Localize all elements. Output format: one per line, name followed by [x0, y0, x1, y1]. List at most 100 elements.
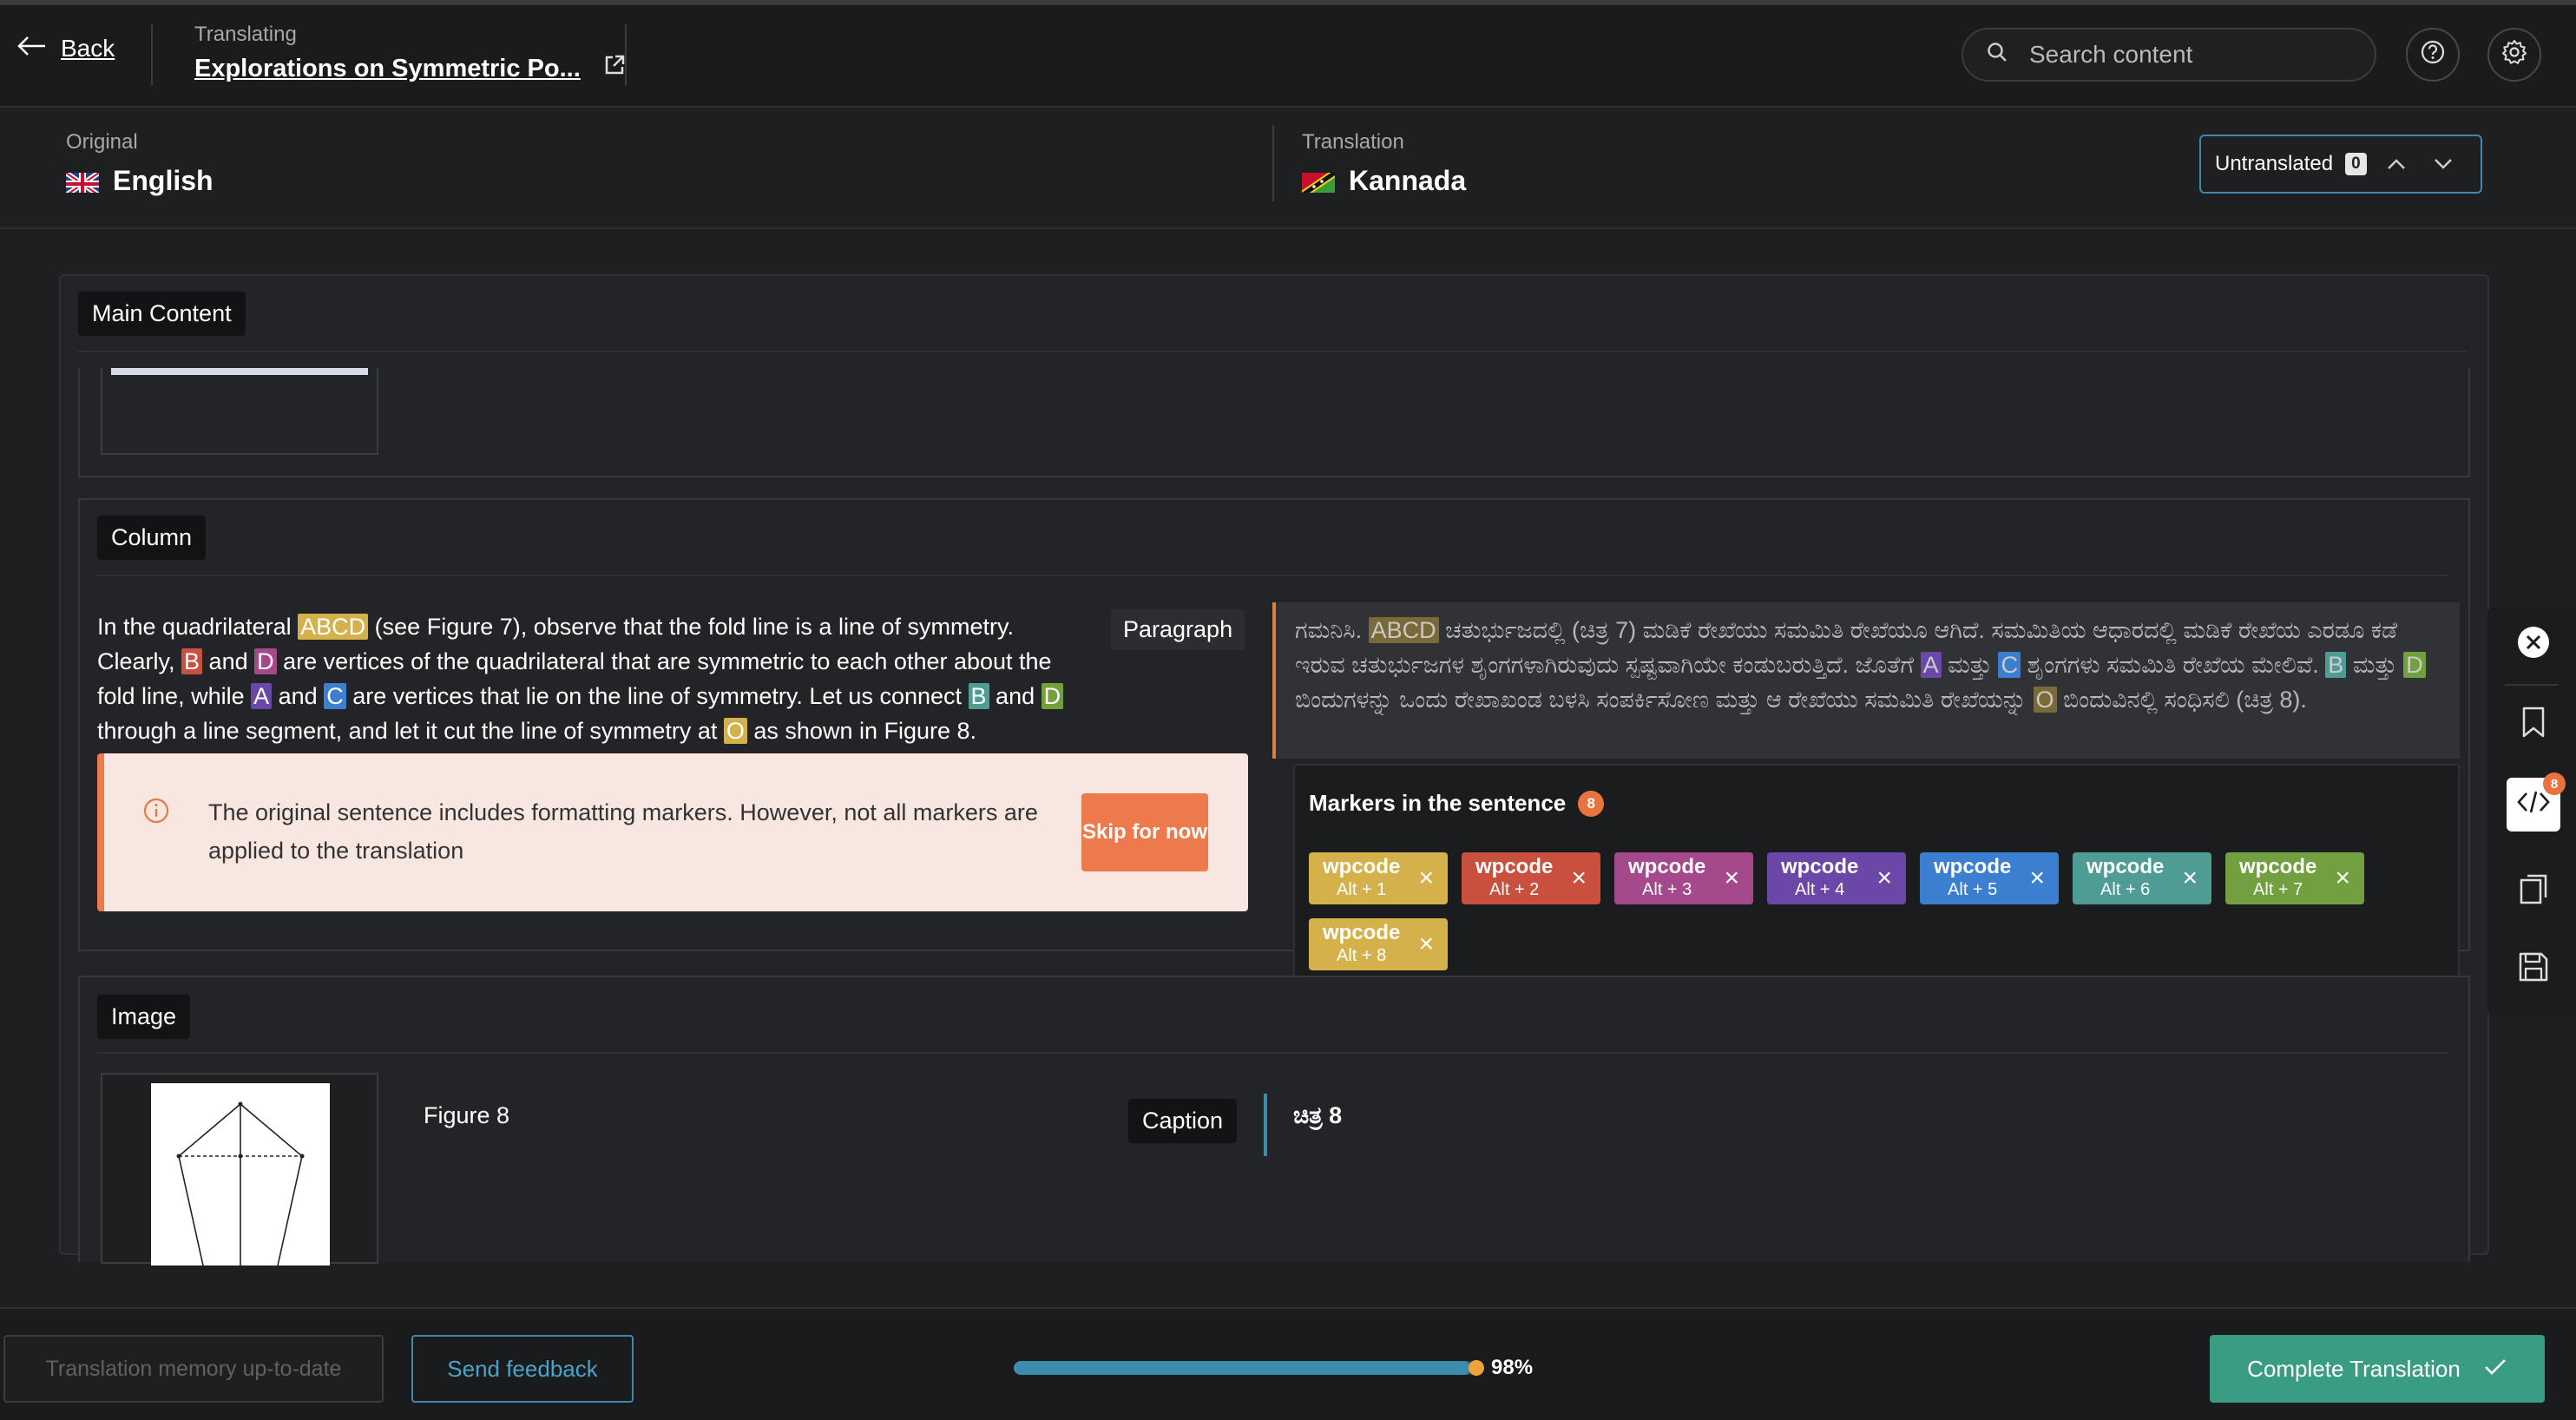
- marker-chip[interactable]: wpcode Alt + 1 ×: [1309, 852, 1448, 904]
- caption-edit-bar: [1264, 1094, 1267, 1156]
- marker-6: B: [968, 683, 989, 709]
- remove-marker-icon[interactable]: ×: [2335, 865, 2350, 891]
- save-button[interactable]: [2507, 943, 2560, 996]
- markers-tool-button[interactable]: 8: [2507, 772, 2566, 832]
- column-tag: Column: [97, 516, 207, 560]
- divider: [625, 24, 627, 85]
- marker-7: D: [1041, 683, 1064, 709]
- marker-chip-label: wpcode Alt + 1: [1323, 855, 1401, 900]
- paragraph-tag: Paragraph: [1111, 609, 1245, 650]
- help-button[interactable]: [2406, 28, 2460, 82]
- figure-thumbnail[interactable]: [101, 1073, 378, 1266]
- remove-marker-icon[interactable]: ×: [1418, 865, 1434, 891]
- page-title-link[interactable]: Explorations on Symmetric Po...: [194, 54, 626, 83]
- help-icon: [2420, 39, 2446, 71]
- search-icon: [1986, 41, 2008, 69]
- settings-button[interactable]: [2487, 28, 2541, 82]
- marker-chip[interactable]: wpcode Alt + 7 ×: [2225, 852, 2364, 904]
- marker-chip-label: wpcode Alt + 7: [2239, 855, 2317, 900]
- translated-paragraph[interactable]: ಗಮನಿಸಿ. ABCD ಚತುರ್ಭುಜದಲ್ಲಿ (ಚಿತ್ರ 7) ಮಡಿ…: [1295, 613, 2449, 717]
- marker-chip[interactable]: wpcode Alt + 8 ×: [1309, 918, 1448, 970]
- marker-chip[interactable]: wpcode Alt + 4 ×: [1767, 852, 1906, 904]
- translation-language: Kannada: [1302, 165, 1466, 197]
- remove-marker-icon[interactable]: ×: [1418, 931, 1434, 957]
- previous-section: [78, 368, 2470, 477]
- progress-bar: [1014, 1361, 1481, 1375]
- original-language-name: English: [113, 165, 214, 196]
- info-icon: [142, 797, 170, 831]
- marker-5: C: [324, 683, 346, 709]
- marker-chip[interactable]: wpcode Alt + 2 ×: [1462, 852, 1600, 904]
- progress-percent: 98%: [1491, 1356, 1534, 1379]
- bookmark-button[interactable]: [2507, 698, 2560, 752]
- chevron-down-icon[interactable]: [2426, 147, 2461, 181]
- divider: [97, 575, 2449, 576]
- original-language: English: [66, 165, 214, 197]
- original-paragraph[interactable]: In the quadrilateral ABCD (see Figure 7)…: [97, 609, 1095, 748]
- marker-2: B: [181, 648, 203, 674]
- marker-6: B: [2325, 652, 2347, 678]
- translated-caption-text[interactable]: ಚಿತ್ರ 8: [1293, 1102, 1342, 1130]
- original-caption-text[interactable]: Figure 8: [424, 1102, 509, 1129]
- remove-marker-icon[interactable]: ×: [1876, 865, 1892, 891]
- divider: [97, 1052, 2449, 1054]
- back-label: Back: [61, 35, 115, 62]
- marker-chip-label: wpcode Alt + 6: [2086, 855, 2165, 900]
- marker-chip[interactable]: wpcode Alt + 5 ×: [1920, 852, 2059, 904]
- marker-chip[interactable]: wpcode Alt + 6 ×: [2073, 852, 2211, 904]
- divider: [1272, 125, 1274, 201]
- previous-image-thumb[interactable]: [101, 368, 378, 455]
- progress-knob: [1469, 1360, 1484, 1376]
- chevron-up-icon[interactable]: [2379, 147, 2414, 181]
- remove-marker-icon[interactable]: ×: [2182, 865, 2198, 891]
- close-icon: [2516, 625, 2551, 666]
- translation-memory-button: Translation memory up-to-date: [3, 1335, 384, 1403]
- translation-caption: Translation: [1302, 130, 1404, 154]
- translation-language-name: Kannada: [1349, 165, 1467, 196]
- divider: [151, 24, 153, 85]
- markers-count-badge: 8: [1578, 790, 1605, 817]
- notice-text: The original sentence includes formattin…: [208, 799, 1038, 864]
- close-button[interactable]: [2507, 618, 2560, 672]
- external-link-icon[interactable]: [603, 54, 626, 83]
- figure-image: [151, 1083, 330, 1266]
- copy-button[interactable]: [2507, 864, 2560, 918]
- remove-marker-icon[interactable]: ×: [2029, 865, 2045, 891]
- remove-marker-icon[interactable]: ×: [1724, 865, 1739, 891]
- progress-bar-fill: [1014, 1361, 1472, 1375]
- marker-5: C: [1998, 652, 2021, 678]
- divider: [78, 351, 2467, 352]
- markers-tool-badge: 8: [2543, 772, 2566, 795]
- marker-chip-label: wpcode Alt + 8: [1323, 921, 1401, 966]
- marker-warning-notice: The original sentence includes formattin…: [97, 753, 1248, 911]
- arrow-left-icon: [17, 35, 47, 62]
- search-input[interactable]: [2029, 41, 2359, 69]
- uk-flag-icon: [66, 170, 99, 193]
- check-icon: [2483, 1356, 2507, 1383]
- markers-title: Markers in the sentence 8: [1309, 790, 1605, 817]
- markers-chip-list: wpcode Alt + 1 × wpcode Alt + 2 × wpcode Alt + …: [1309, 852, 2454, 970]
- image-tag: Image: [97, 995, 191, 1039]
- skip-button[interactable]: Skip for now: [1081, 793, 1208, 871]
- language-bar: [0, 109, 2576, 229]
- marker-chip-label: wpcode Alt + 2: [1475, 855, 1554, 900]
- complete-translation-label: Complete Translation: [2247, 1355, 2461, 1382]
- search-box[interactable]: [1962, 28, 2376, 82]
- untranslated-filter[interactable]: Untranslated 0: [2199, 135, 2482, 194]
- marker-1: ABCD: [1368, 617, 1439, 643]
- marker-chip[interactable]: wpcode Alt + 3 ×: [1614, 852, 1753, 904]
- marker-chip-label: wpcode Alt + 5: [1934, 855, 2012, 900]
- marker-chip-label: wpcode Alt + 3: [1628, 855, 1706, 900]
- bookmark-icon: [2520, 706, 2547, 745]
- send-feedback-button[interactable]: Send feedback: [411, 1335, 634, 1403]
- back-link[interactable]: Back: [17, 35, 115, 62]
- untranslated-label: Untranslated: [2215, 152, 2334, 175]
- marker-8: O: [723, 718, 747, 744]
- copy-icon: [2518, 872, 2549, 911]
- remove-marker-icon[interactable]: ×: [1571, 865, 1587, 891]
- side-toolbar: 8: [2487, 608, 2576, 1016]
- marker-7: D: [2403, 652, 2426, 678]
- translation-editor[interactable]: ಗಮನಿಸಿ. ABCD ಚತುರ್ಭುಜದಲ್ಲಿ (ಚಿತ್ರ 7) ಮಡಿ…: [1272, 602, 2460, 759]
- complete-translation-button[interactable]: Complete Translation: [2210, 1335, 2545, 1403]
- markers-panel: Markers in the sentence 8 wpcode Alt + 1 ×…: [1293, 764, 2460, 998]
